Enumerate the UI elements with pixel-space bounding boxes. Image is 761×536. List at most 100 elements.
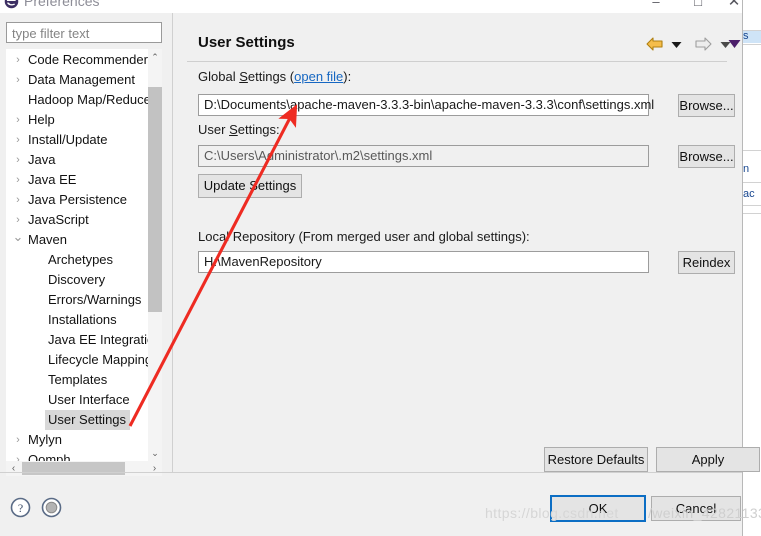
chevron-right-icon[interactable]: ›: [12, 450, 24, 461]
global-settings-label-text-a: Global: [198, 69, 240, 84]
scrollbar-thumb-vertical[interactable]: [148, 87, 162, 312]
chevron-right-icon[interactable]: ›: [12, 190, 24, 210]
sidebar-item-label: User Interface: [48, 392, 130, 407]
pane-divider: [172, 13, 173, 473]
scroll-right-icon[interactable]: ›: [147, 461, 162, 476]
scroll-up-icon[interactable]: ⌃: [148, 49, 162, 65]
open-file-link[interactable]: open file: [294, 69, 343, 84]
global-settings-label-text-c: ):: [343, 69, 352, 84]
sidebar-item-lifecycle-mappings[interactable]: Lifecycle Mappings: [48, 350, 159, 370]
dialog-titlebar: Preferences – □ ✕: [0, 0, 742, 13]
sidebar-item-maven[interactable]: ⌄ Maven: [13, 229, 68, 250]
chevron-right-icon[interactable]: ›: [12, 70, 24, 90]
close-button[interactable]: ✕: [719, 0, 742, 12]
global-settings-label: Global Settings (open file):: [198, 69, 351, 84]
sidebar-item-archetypes[interactable]: Archetypes: [48, 250, 113, 270]
back-dropdown-chevron-down-icon[interactable]: [671, 41, 682, 49]
minimize-button[interactable]: –: [641, 0, 671, 12]
sidebar-item-discovery[interactable]: Discovery: [48, 270, 105, 290]
sidebar-item-help[interactable]: › Help: [16, 110, 55, 130]
eclipse-icon: [4, 0, 19, 9]
background-line: [742, 205, 761, 206]
help-question-icon[interactable]: ?: [10, 497, 31, 518]
sidebar-item-label: Data Management: [28, 72, 135, 87]
background-text: n: [743, 163, 750, 175]
apply-button[interactable]: Apply: [656, 447, 760, 472]
maximize-button[interactable]: □: [683, 0, 713, 12]
sidebar-item-templates[interactable]: Templates: [48, 370, 107, 390]
sidebar-item-label: Hadoop Map/Reduce: [28, 92, 151, 107]
sidebar-item-label: Java Persistence: [28, 192, 127, 207]
sidebar-pane: type filter text › Code Recommenders › Data…: [0, 13, 170, 476]
footer-separator: [0, 472, 742, 473]
local-repository-input[interactable]: H:\MavenRepository: [198, 251, 649, 273]
user-settings-input[interactable]: C:\Users\Administrator\.m2\settings.xml: [198, 145, 649, 167]
sidebar-item-data-management[interactable]: › Data Management: [16, 70, 135, 90]
sidebar-item-label: Code Recommenders: [28, 52, 155, 67]
sidebar-item-label: Lifecycle Mappings: [48, 352, 159, 367]
tree-vertical-scrollbar[interactable]: ⌃ ⌄: [148, 49, 162, 461]
chevron-right-icon[interactable]: ›: [12, 50, 24, 70]
sidebar-item-label: Java: [28, 152, 56, 167]
back-arrow-icon[interactable]: [645, 36, 665, 52]
sidebar-item-mylyn[interactable]: › Mylyn: [16, 430, 62, 450]
watermark-right: /weixin_42821133: [648, 505, 761, 521]
global-settings-input[interactable]: D:\Documents\apache-maven-3.3.3-bin\apac…: [198, 94, 654, 116]
scrollbar-thumb-horizontal[interactable]: [22, 462, 125, 475]
preferences-tree[interactable]: › Code Recommenders › Data Management Hadoop…: [6, 49, 162, 461]
sidebar-item-label: Maven: [28, 232, 68, 247]
dialog-title: Preferences: [24, 0, 100, 9]
chevron-right-icon[interactable]: ›: [12, 110, 24, 130]
view-menu-chevron-down-icon[interactable]: [728, 39, 741, 49]
sidebar-item-label: Oomph: [28, 452, 71, 461]
sidebar-item-user-settings[interactable]: User Settings: [45, 410, 131, 430]
scroll-down-icon[interactable]: ⌄: [148, 445, 162, 461]
sidebar-item-label: Java EE Integration: [48, 332, 162, 347]
chevron-down-icon[interactable]: ⌄: [12, 227, 24, 247]
user-settings-browse-label: Browse...: [679, 149, 734, 164]
chevron-right-icon[interactable]: ›: [12, 170, 24, 190]
update-settings-button[interactable]: Update Settings: [198, 174, 302, 198]
restore-defaults-label: Restore Defaults: [547, 452, 645, 467]
sidebar-item-javascript[interactable]: › JavaScript: [16, 210, 89, 230]
user-settings-label-text-b: ettings:: [237, 122, 280, 137]
reindex-label: Reindex: [682, 255, 731, 270]
sidebar-item-user-interface[interactable]: User Interface: [48, 390, 130, 410]
chevron-right-icon[interactable]: ›: [12, 130, 24, 150]
sidebar-item-label: Java EE: [28, 172, 77, 187]
sidebar-item-hadoop-map-reduce[interactable]: Hadoop Map/Reduce: [28, 90, 151, 110]
tree-horizontal-scrollbar[interactable]: ‹ ›: [6, 461, 162, 476]
user-settings-label: User Settings:: [198, 122, 280, 137]
sidebar-item-oomph[interactable]: › Oomph: [16, 450, 71, 461]
forward-arrow-icon[interactable]: [693, 36, 713, 52]
restore-defaults-button[interactable]: Restore Defaults: [544, 447, 648, 472]
sidebar-item-java-ee[interactable]: › Java EE: [16, 170, 77, 190]
filter-placeholder: type filter text: [12, 26, 90, 41]
scroll-left-icon[interactable]: ‹: [6, 461, 21, 476]
sidebar-item-installations[interactable]: Installations: [48, 310, 117, 330]
user-settings-mnemonic: S: [229, 122, 238, 137]
preferences-dialog-screen: s n ac Preferences – □ ✕ type filter tex…: [0, 0, 761, 536]
sidebar-item-code-recommenders[interactable]: › Code Recommenders: [16, 50, 155, 70]
preferences-dialog: Preferences – □ ✕ type filter text › Code…: [0, 0, 760, 536]
global-settings-browse-label: Browse...: [679, 98, 734, 113]
sidebar-item-java-persistence[interactable]: › Java Persistence: [16, 190, 127, 210]
sidebar-item-java-ee-integration[interactable]: Java EE Integration: [48, 330, 161, 350]
background-text: s: [743, 30, 749, 42]
background-text: ac: [743, 188, 755, 200]
sidebar-item-label: Mylyn: [28, 432, 62, 447]
chevron-right-icon[interactable]: ›: [12, 430, 24, 450]
sidebar-item-label: Archetypes: [48, 252, 114, 267]
filter-input-box[interactable]: type filter text: [6, 22, 162, 43]
chevron-right-icon[interactable]: ›: [12, 150, 24, 170]
apply-and-close-icon[interactable]: [41, 497, 62, 518]
reindex-button[interactable]: Reindex: [678, 251, 735, 274]
local-repository-value: H:\MavenRepository: [204, 254, 322, 269]
user-settings-browse-button[interactable]: Browse...: [678, 145, 735, 168]
background-line: [742, 213, 761, 214]
sidebar-item-errors-warnings[interactable]: Errors/Warnings: [48, 290, 141, 310]
sidebar-item-label: User Settings: [48, 412, 127, 427]
sidebar-item-install-update[interactable]: › Install/Update: [16, 130, 107, 150]
global-settings-browse-button[interactable]: Browse...: [678, 94, 735, 117]
sidebar-item-java[interactable]: › Java: [16, 150, 56, 170]
